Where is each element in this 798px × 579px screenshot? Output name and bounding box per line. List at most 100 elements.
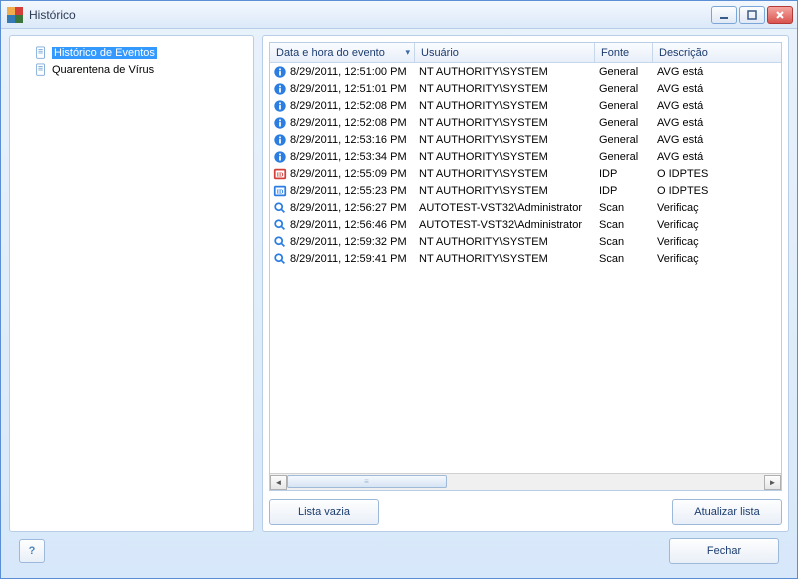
scroll-track[interactable]: ≡: [287, 475, 764, 490]
table-row[interactable]: 8/29/2011, 12:59:41 PMNT AUTHORITY\SYSTE…: [270, 250, 781, 267]
cell-source: IDP: [595, 185, 653, 197]
cell-date: 8/29/2011, 12:52:08 PM: [270, 99, 415, 113]
app-icon: [7, 7, 23, 23]
cell-source: General: [595, 151, 653, 163]
cell-desc: AVG está: [653, 134, 781, 146]
events-panel: Data e hora do evento ▾ Usuário Fonte De…: [262, 35, 789, 532]
content-area: Histórico de EventosQuarentena de Vírus …: [1, 29, 797, 578]
column-header-desc-label: Descrição: [659, 47, 708, 59]
cell-desc: Verificaç: [653, 202, 781, 214]
tree-panel: Histórico de Eventos Quarentena de Vírus: [9, 35, 254, 532]
column-header-date-label: Data e hora do evento: [276, 47, 385, 59]
minimize-button[interactable]: [711, 6, 737, 24]
info-icon: [273, 65, 287, 79]
footer: ? Fechar: [9, 538, 789, 572]
cell-source: General: [595, 66, 653, 78]
search-icon: [273, 252, 287, 266]
cell-date-text: 8/29/2011, 12:55:09 PM: [290, 168, 407, 180]
titlebar: Histórico: [1, 1, 797, 29]
cell-date-text: 8/29/2011, 12:53:34 PM: [290, 151, 407, 163]
cell-user: NT AUTHORITY\SYSTEM: [415, 66, 595, 78]
history-window: Histórico Histórico de Eventos Quarentena…: [0, 0, 798, 579]
table-row[interactable]: 8/29/2011, 12:51:00 PM NT AUTHORITY\SYSTE…: [270, 63, 781, 80]
panels: Histórico de EventosQuarentena de Vírus …: [9, 35, 789, 532]
cell-date-text: 8/29/2011, 12:51:00 PM: [290, 66, 407, 78]
events-grid: Data e hora do evento ▾ Usuário Fonte De…: [269, 42, 782, 491]
cell-source: General: [595, 117, 653, 129]
column-header-desc[interactable]: Descrição: [653, 43, 781, 62]
close-icon: [775, 10, 785, 20]
cell-date-text: 8/29/2011, 12:52:08 PM: [290, 117, 407, 129]
info-icon: [273, 99, 287, 113]
cell-user: NT AUTHORITY\SYSTEM: [415, 134, 595, 146]
close-button-label: Fechar: [707, 545, 741, 557]
cell-desc: AVG está: [653, 83, 781, 95]
table-row[interactable]: ID8/29/2011, 12:55:23 PMNT AUTHORITY\SYS…: [270, 182, 781, 199]
cell-desc: O IDPTES: [653, 185, 781, 197]
cell-source: Scan: [595, 219, 653, 231]
cell-desc: AVG está: [653, 100, 781, 112]
table-row[interactable]: 8/29/2011, 12:59:32 PMNT AUTHORITY\SYSTE…: [270, 233, 781, 250]
scroll-left-button[interactable]: ◄: [270, 475, 287, 490]
column-header-user[interactable]: Usuário: [415, 43, 595, 62]
grid-header: Data e hora do evento ▾ Usuário Fonte De…: [270, 43, 781, 63]
cell-date: 8/29/2011, 12:53:16 PM: [270, 133, 415, 147]
cell-user: NT AUTHORITY\SYSTEM: [415, 100, 595, 112]
maximize-icon: [747, 10, 757, 20]
tree-item-label: Histórico de Eventos: [52, 47, 157, 59]
horizontal-scrollbar[interactable]: ◄ ≡ ►: [270, 473, 781, 490]
help-icon: ?: [29, 545, 36, 557]
history-tree: Histórico de Eventos Quarentena de Vírus: [16, 42, 247, 78]
maximize-button[interactable]: [739, 6, 765, 24]
scroll-right-button[interactable]: ►: [764, 475, 781, 490]
cell-date-text: 8/29/2011, 12:53:16 PM: [290, 134, 407, 146]
empty-list-label: Lista vazia: [298, 506, 350, 518]
cell-user: NT AUTHORITY\SYSTEM: [415, 185, 595, 197]
info-icon: [273, 150, 287, 164]
cell-source: General: [595, 134, 653, 146]
column-header-source-label: Fonte: [601, 47, 629, 59]
help-button[interactable]: ?: [19, 539, 45, 563]
empty-list-button[interactable]: Lista vazia: [269, 499, 379, 525]
scroll-thumb[interactable]: ≡: [287, 475, 447, 488]
cell-date-text: 8/29/2011, 12:56:46 PM: [290, 219, 407, 231]
search-icon: [273, 235, 287, 249]
table-row[interactable]: 8/29/2011, 12:53:16 PM NT AUTHORITY\SYSTE…: [270, 131, 781, 148]
refresh-list-button[interactable]: Atualizar lista: [672, 499, 782, 525]
cell-date-text: 8/29/2011, 12:59:32 PM: [290, 236, 407, 248]
sort-indicator-icon: ▾: [405, 47, 410, 58]
cell-user: NT AUTHORITY\SYSTEM: [415, 151, 595, 163]
cell-date: ID8/29/2011, 12:55:23 PM: [270, 184, 415, 198]
cell-source: IDP: [595, 168, 653, 180]
minimize-icon: [719, 10, 729, 20]
cell-desc: Verificaç: [653, 236, 781, 248]
window-title: Histórico: [29, 8, 76, 22]
tree-item[interactable]: Quarentena de Vírus: [30, 61, 247, 78]
search-icon: [273, 201, 287, 215]
table-row[interactable]: 8/29/2011, 12:56:46 PM AUTOTEST-VST32\Adm…: [270, 216, 781, 233]
cell-date-text: 8/29/2011, 12:56:27 PM: [290, 202, 407, 214]
info-icon: [273, 82, 287, 96]
tree-item[interactable]: Histórico de Eventos: [30, 44, 247, 61]
cell-source: General: [595, 83, 653, 95]
column-header-source[interactable]: Fonte: [595, 43, 653, 62]
close-window-button[interactable]: [767, 6, 793, 24]
cell-user: AUTOTEST-VST32\Administrator: [415, 219, 595, 231]
close-button[interactable]: Fechar: [669, 538, 779, 564]
table-row[interactable]: 8/29/2011, 12:52:08 PM NT AUTHORITY\SYSTE…: [270, 114, 781, 131]
table-row[interactable]: 8/29/2011, 12:56:27 PMAUTOTEST-VST32\Adm…: [270, 199, 781, 216]
cell-desc: Verificaç: [653, 219, 781, 231]
table-row[interactable]: 8/29/2011, 12:53:34 PM NT AUTHORITY\SYSTE…: [270, 148, 781, 165]
table-row[interactable]: 8/29/2011, 12:52:08 PMNT AUTHORITY\SYSTE…: [270, 97, 781, 114]
refresh-list-label: Atualizar lista: [694, 506, 759, 518]
table-row[interactable]: ID8/29/2011, 12:55:09 PMNT AUTHORITY\SYS…: [270, 165, 781, 182]
cell-date: 8/29/2011, 12:56:27 PM: [270, 201, 415, 215]
cell-desc: AVG está: [653, 66, 781, 78]
cell-user: NT AUTHORITY\SYSTEM: [415, 117, 595, 129]
cell-date: 8/29/2011, 12:51:01 PM: [270, 82, 415, 96]
svg-text:ID: ID: [277, 172, 284, 178]
column-header-date[interactable]: Data e hora do evento ▾: [270, 43, 415, 62]
table-row[interactable]: 8/29/2011, 12:51:01 PMNT AUTHORITY\SYSTE…: [270, 80, 781, 97]
tree-item-label: Quarentena de Vírus: [52, 64, 154, 76]
page-icon: [34, 46, 48, 60]
